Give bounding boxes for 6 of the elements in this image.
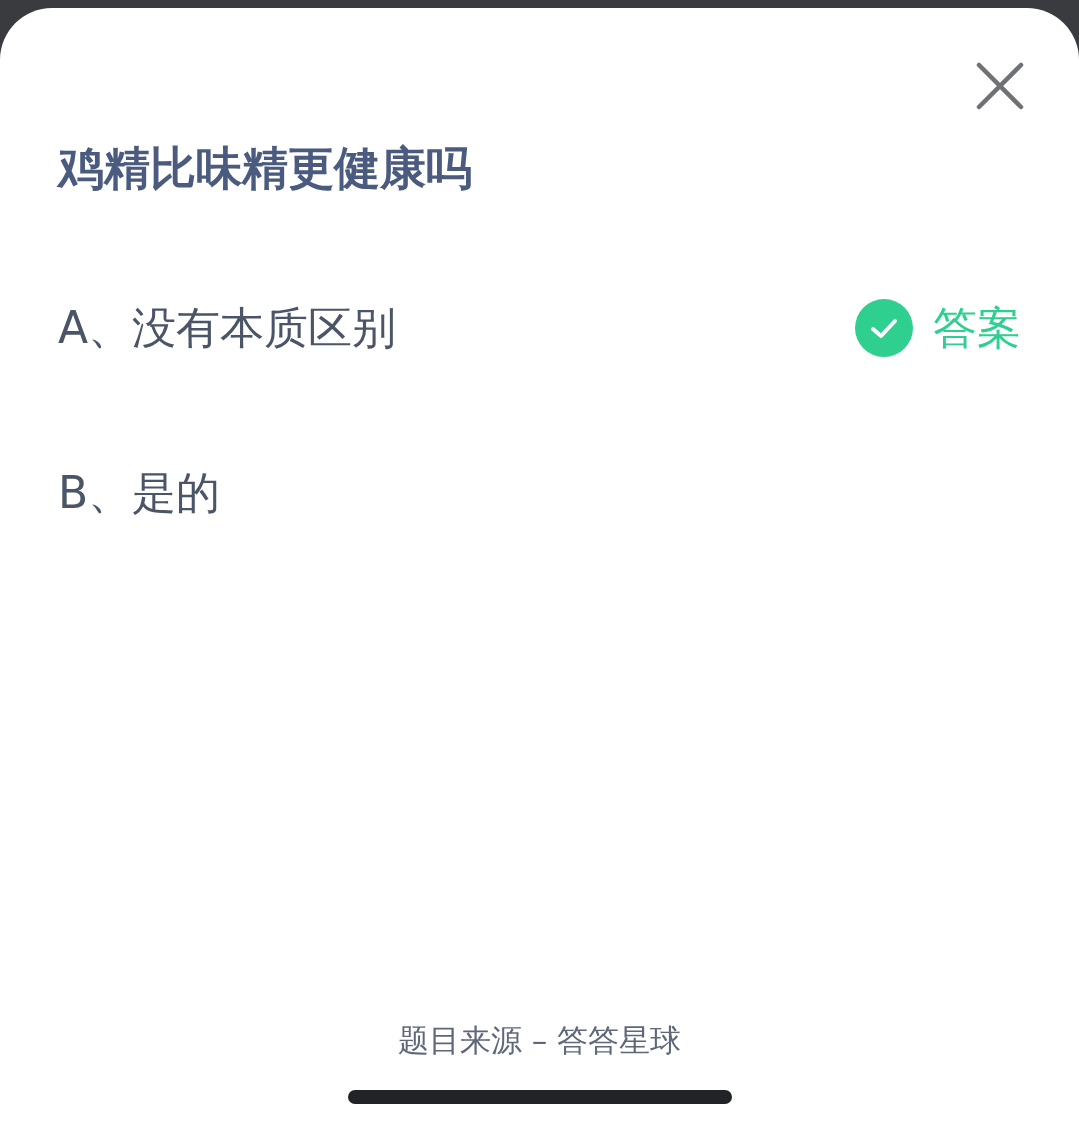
question-title: 鸡精比味精更健康吗: [58, 140, 473, 197]
close-icon[interactable]: [976, 62, 1024, 110]
option-text[interactable]: A、没有本质区别: [58, 298, 855, 358]
option-text[interactable]: B、是的: [58, 463, 1021, 523]
answer-label: 答案: [933, 301, 1021, 355]
source-text: 题目来源 – 答答星球: [397, 1021, 682, 1060]
